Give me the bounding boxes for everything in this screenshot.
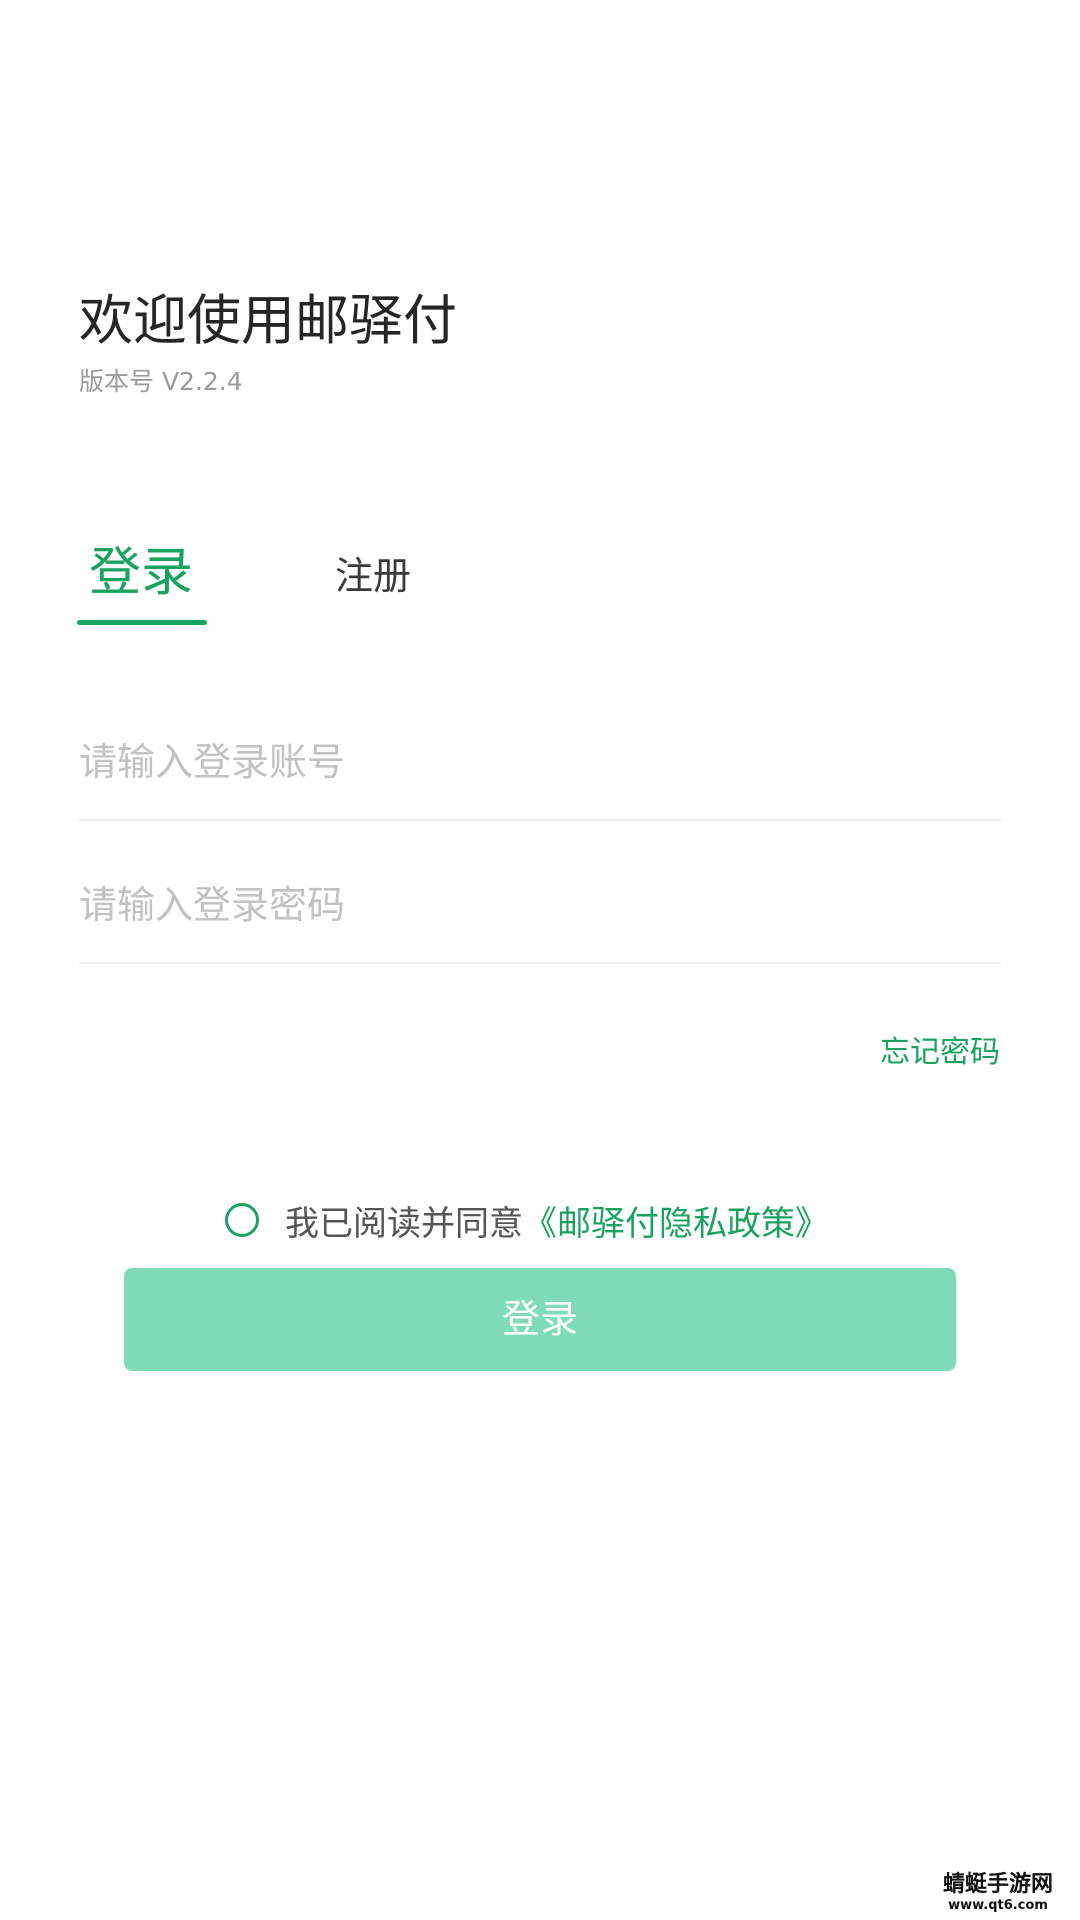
watermark-name: 蜻蜓手游网 bbox=[942, 1872, 1053, 1897]
agreement-radio[interactable] bbox=[225, 1203, 259, 1237]
tab-login-indicator bbox=[77, 620, 207, 625]
page-title: 欢迎使用邮驿付 bbox=[79, 289, 457, 352]
password-divider bbox=[79, 962, 1001, 964]
version-label: 版本号 V2.2.4 bbox=[79, 367, 243, 396]
agreement-text: 我已阅读并同意 bbox=[285, 1203, 523, 1244]
watermark-url: www.qt6.com bbox=[948, 1898, 1048, 1913]
forgot-password-link[interactable]: 忘记密码 bbox=[880, 1033, 1000, 1073]
account-input[interactable] bbox=[79, 732, 1001, 792]
password-input[interactable] bbox=[79, 875, 1001, 935]
tab-login[interactable]: 登录 bbox=[89, 540, 193, 606]
login-button[interactable]: 登录 bbox=[124, 1268, 956, 1371]
privacy-policy-link[interactable]: 《邮驿付隐私政策》 bbox=[523, 1196, 829, 1245]
agreement-row: 我已阅读并同意 《邮驿付隐私政策》 bbox=[225, 1195, 829, 1245]
tab-register[interactable]: 注册 bbox=[335, 552, 411, 600]
account-divider bbox=[79, 819, 1001, 821]
watermark-logo: 蜻蜓手游网 www.qt6.com bbox=[928, 1872, 1068, 1914]
